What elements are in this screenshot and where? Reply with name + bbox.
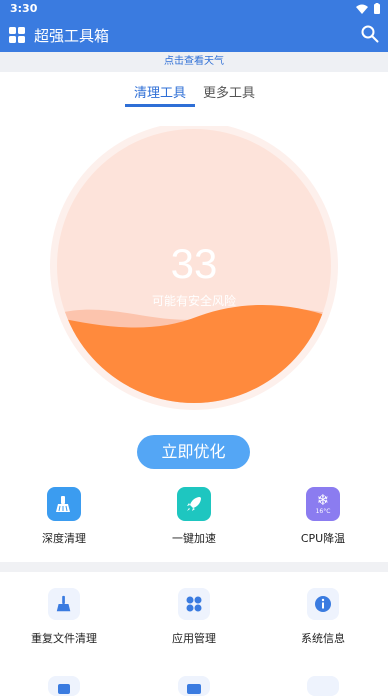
system-icons (356, 3, 380, 14)
grid-menu-icon[interactable] (9, 27, 25, 43)
tool-row2-item-3[interactable] (307, 676, 339, 696)
search-icon[interactable] (361, 25, 379, 43)
security-score: 33 (170, 240, 218, 287)
weather-banner[interactable]: 点击查看天气 (0, 52, 388, 72)
info-icon (307, 588, 339, 620)
app-manager-button[interactable]: 应用管理 (139, 588, 249, 646)
status-bar: 3:30 (0, 0, 388, 18)
system-info-button[interactable]: 系统信息 (268, 588, 378, 646)
deep-clean-button[interactable]: 深度清理 (14, 487, 114, 546)
tab-more-tools[interactable]: 更多工具 (203, 82, 255, 101)
cpu-temp-badge: 16°C (315, 508, 331, 515)
broom-icon (47, 487, 81, 521)
deep-clean-label: 深度清理 (42, 532, 86, 545)
speed-up-label: 一键加速 (172, 532, 216, 545)
tool-row2-icon-1 (58, 684, 70, 694)
duplicate-file-clean-button[interactable]: 重复文件清理 (9, 588, 119, 646)
speed-up-button[interactable]: 一键加速 (144, 487, 244, 546)
app-manager-label: 应用管理 (172, 632, 216, 645)
snowflake-icon: ❄ 16°C (306, 487, 340, 521)
cpu-cool-label: CPU降温 (300, 532, 346, 545)
tab-bar: 清理工具 更多工具 (0, 80, 388, 108)
broom-icon (48, 588, 80, 620)
optimize-button[interactable]: 立即优化 (137, 435, 250, 469)
security-status: 可能有安全风险 (151, 294, 236, 308)
tab-clean-tools[interactable]: 清理工具 (134, 82, 186, 101)
system-info-label: 系统信息 (301, 632, 345, 645)
section-divider (0, 562, 388, 572)
cpu-cool-button[interactable]: ❄ 16°C CPU降温 (273, 487, 373, 546)
app-bar: 超强工具箱 (0, 18, 388, 52)
duplicate-file-clean-label: 重复文件清理 (31, 632, 97, 645)
tool-row2-item-2[interactable] (178, 676, 210, 696)
tab-indicator (125, 104, 195, 107)
tool-row2-icon-2 (187, 684, 201, 694)
tool-row2-item-1[interactable] (48, 676, 80, 696)
wifi-icon (356, 4, 368, 14)
app-title: 超强工具箱 (34, 27, 110, 45)
status-time: 3:30 (10, 2, 38, 15)
apps-icon (178, 588, 210, 620)
battery-icon (374, 3, 380, 14)
rocket-icon (177, 487, 211, 521)
